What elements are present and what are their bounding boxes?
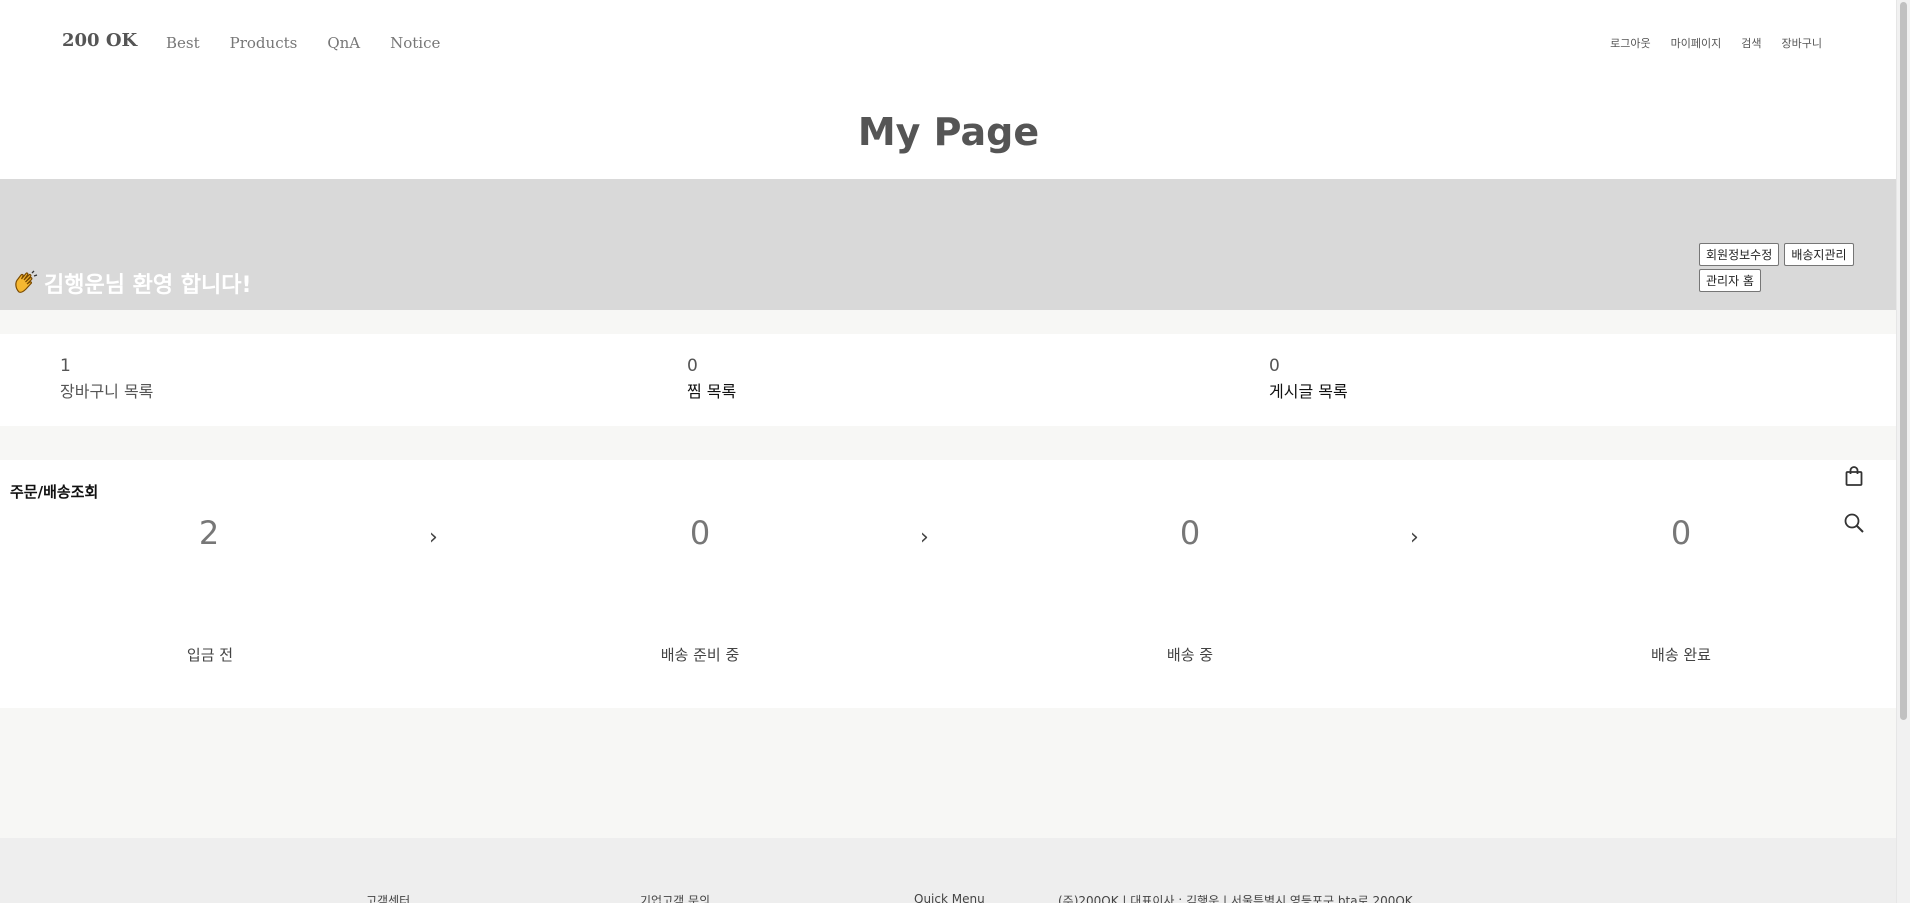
welcome-message: 김행운님 환영 합니다!: [12, 267, 252, 299]
orders-title: 주문/배송조회: [10, 483, 99, 501]
order-status-section: 주문/배송조회 2 › 0 › 0 › 0 입금 전 배송 준비 중 배송 중 …: [0, 460, 1897, 708]
waving-hand-icon: [15, 270, 38, 293]
shopping-bag-icon[interactable]: [1843, 465, 1865, 487]
order-step-label: 배송 중: [1166, 646, 1214, 664]
utility-menu: 로그아웃 마이페이지 검색 장바구니: [1610, 35, 1822, 51]
order-step-label: 배송 준비 중: [660, 646, 740, 664]
nav-products[interactable]: Products: [230, 34, 298, 52]
posts-count-value: 0: [1269, 356, 1280, 376]
order-step-label: 입금 전: [186, 646, 234, 664]
welcome-banner: 김행운님 환영 합니다! 회원정보수정 배송지관리 관리자 홈: [0, 179, 1897, 310]
logout-link[interactable]: 로그아웃: [1610, 35, 1650, 51]
wishlist-count-value: 0: [687, 356, 698, 376]
search-icon[interactable]: [1843, 512, 1865, 534]
logo[interactable]: 200 OK: [62, 30, 137, 51]
order-step-value[interactable]: 2: [109, 514, 309, 552]
order-step-value[interactable]: 0: [1090, 514, 1290, 552]
nav-qna[interactable]: QnA: [327, 34, 360, 52]
nav-best[interactable]: Best: [166, 34, 200, 52]
cart-link[interactable]: 장바구니: [1782, 35, 1822, 51]
search-link[interactable]: 검색: [1741, 35, 1761, 51]
cart-count-value: 1: [60, 356, 71, 376]
mypage-link[interactable]: 마이페이지: [1671, 35, 1722, 51]
page: 200 OK Best Products QnA Notice 로그아웃 마이페…: [0, 0, 1897, 903]
wishlist-count-label: 찜 목록: [687, 382, 737, 401]
order-step-value[interactable]: 0: [600, 514, 800, 552]
cart-count[interactable]: 1 장바구니 목록: [60, 356, 153, 402]
page-title: My Page: [857, 110, 1040, 154]
footer-quick-menu[interactable]: Quick Menu: [914, 892, 985, 903]
admin-home-button[interactable]: 관리자 홈: [1699, 269, 1761, 292]
order-step-label: 배송 완료: [1651, 646, 1711, 664]
scrollbar-thumb[interactable]: [1900, 2, 1907, 720]
vertical-scrollbar[interactable]: [1896, 0, 1910, 903]
footer-company-info: (주)200OK | 대표이사 : 김행운 | 서울특별시 영등포구 bta로 …: [1058, 894, 1413, 903]
nav-notice[interactable]: Notice: [390, 34, 440, 52]
address-management-button[interactable]: 배송지관리: [1784, 243, 1854, 266]
welcome-text: 김행운님 환영 합니다!: [44, 273, 252, 298]
edit-profile-button[interactable]: 회원정보수정: [1699, 243, 1780, 266]
main-nav: Best Products QnA Notice: [166, 34, 440, 52]
footer-business-inquiry[interactable]: 기업고객 문의: [640, 892, 710, 903]
content-spacer: [0, 708, 1897, 838]
account-buttons: 회원정보수정 배송지관리 관리자 홈: [1699, 243, 1885, 295]
posts-count-label: 게시글 목록: [1269, 382, 1348, 401]
order-step-value[interactable]: 0: [1581, 514, 1781, 552]
summary-counts: 1 장바구니 목록 0 찜 목록 0 게시글 목록: [0, 334, 1897, 426]
cart-count-label: 장바구니 목록: [60, 382, 154, 401]
step-arrow-icon: ›: [920, 525, 929, 550]
posts-count[interactable]: 0 게시글 목록: [1269, 356, 1348, 402]
wishlist-count[interactable]: 0 찜 목록: [687, 356, 736, 402]
step-arrow-icon: ›: [1410, 525, 1419, 550]
footer: 고객센터 기업고객 문의 Quick Menu (주)200OK | 대표이사 …: [0, 838, 1897, 903]
footer-customer-center[interactable]: 고객센터: [366, 892, 410, 903]
step-arrow-icon: ›: [429, 525, 438, 550]
